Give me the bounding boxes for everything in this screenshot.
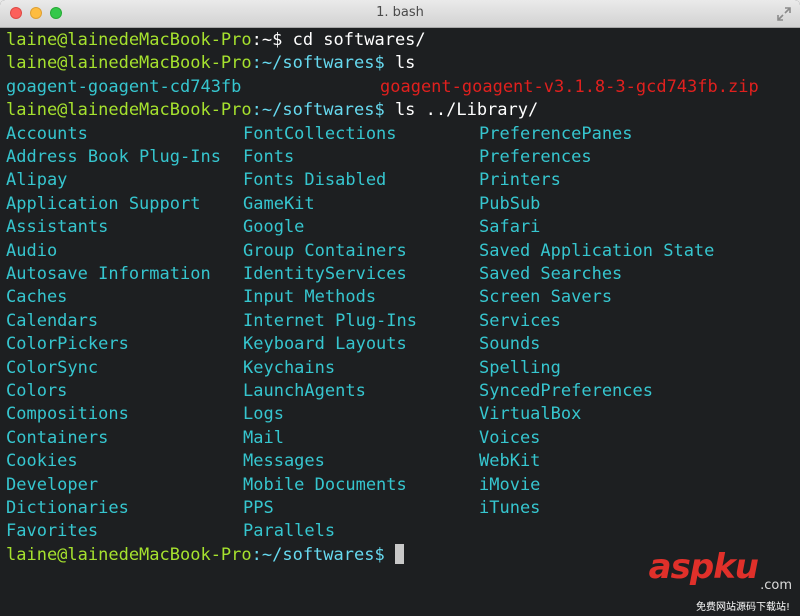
library-folder-entry: ColorSync: [6, 357, 99, 378]
library-folder-entry: Fonts Disabled: [243, 170, 387, 191]
library-folder-entry: PubSub: [479, 193, 541, 214]
library-folder-entry: Internet Plug-Ins: [243, 310, 417, 331]
library-folder-entry: Safari: [479, 217, 541, 238]
library-folder-entry: ColorPickers: [6, 334, 129, 355]
library-folder-entry: Google: [243, 217, 305, 238]
library-folder-entry: Logs: [243, 404, 284, 425]
window-title: 1. bash: [376, 5, 424, 20]
library-folder-entry: Mail: [243, 427, 284, 448]
prompt-user: laine@lainedeMacBook-Pro: [6, 544, 252, 565]
prompt-line: laine@lainedeMacBook-Pro:~/softwares$: [6, 543, 404, 567]
prompt-line: laine@lainedeMacBook-Pro:~$ cd softwares…: [6, 29, 426, 52]
library-folder-entry: PreferencePanes: [479, 123, 633, 144]
library-folder-entry: FontCollections: [243, 123, 397, 144]
library-folder-entry: Keyboard Layouts: [243, 334, 407, 355]
prompt-path: :~/softwares$: [251, 544, 395, 565]
prompt-line: laine@lainedeMacBook-Pro:~/softwares$ ls…: [6, 99, 538, 122]
library-folder-entry: Saved Searches: [479, 264, 623, 284]
command-text: ls ../Library/: [394, 100, 539, 121]
library-folder-entry: Audio: [6, 240, 58, 261]
library-folder-entry: Spelling: [479, 357, 561, 378]
library-folder-entry: Colors: [6, 381, 68, 401]
watermark-subtitle: 免费网站源码下载站!: [695, 602, 790, 613]
prompt-path: :~/softwares$: [251, 100, 395, 121]
library-folder-entry: iTunes: [479, 498, 541, 518]
prompt-path: :~$: [251, 30, 293, 50]
command-text: ls: [394, 53, 416, 74]
library-folder-entry: Parallels: [243, 521, 336, 542]
library-folder-entry: Voices: [479, 427, 541, 448]
library-folder-entry: Preferences: [479, 147, 592, 167]
library-folder-entry: GameKit: [243, 193, 315, 214]
library-folder-entry: Printers: [479, 170, 561, 191]
ls-directory-entry: goagent-goagent-cd743fb: [6, 76, 242, 97]
library-folder-entry: LaunchAgents: [243, 381, 366, 401]
library-folder-entry: Fonts: [243, 147, 295, 167]
text-cursor: [394, 543, 404, 564]
title-bar[interactable]: 1. bash: [0, 0, 800, 28]
fullscreen-icon[interactable]: [776, 6, 792, 22]
ls-archive-entry: goagent-goagent-v3.1.8-3-gcd743fb.zip: [380, 76, 759, 97]
terminal-content[interactable]: laine@lainedeMacBook-Pro:~$ cd softwares…: [0, 28, 800, 616]
library-folder-entry: Favorites: [6, 521, 99, 542]
library-folder-entry: Caches: [6, 287, 68, 308]
watermark-logo: aspku .com 免费网站源码下载站!: [612, 547, 792, 613]
library-folder-entry: Cookies: [6, 451, 78, 472]
library-folder-entry: Assistants: [6, 217, 109, 238]
library-folder-entry: Application Support: [6, 193, 201, 214]
library-folder-entry: Group Containers: [243, 240, 407, 261]
library-folder-entry: Screen Savers: [479, 287, 613, 308]
prompt-path: :~/softwares$: [251, 53, 395, 74]
library-folder-entry: iMovie: [479, 474, 541, 495]
library-folder-entry: Keychains: [243, 357, 336, 378]
prompt-user: laine@lainedeMacBook-Pro: [6, 100, 252, 121]
terminal-window: 1. bash laine@lainedeMacBook-Pro:~$ cd s…: [0, 0, 800, 616]
library-folder-entry: IdentityServices: [243, 264, 407, 284]
library-folder-entry: Autosave Information: [6, 264, 211, 284]
prompt-user: laine@lainedeMacBook-Pro: [6, 53, 252, 74]
library-folder-entry: Mobile Documents: [243, 474, 407, 495]
library-folder-entry: SyncedPreferences: [479, 381, 653, 401]
library-folder-entry: Services: [479, 310, 561, 331]
library-folder-entry: VirtualBox: [479, 404, 582, 425]
library-folder-entry: Containers: [6, 427, 109, 448]
library-folder-entry: Accounts: [6, 123, 88, 144]
prompt-line: laine@lainedeMacBook-Pro:~/softwares$ ls: [6, 52, 415, 75]
library-folder-entry: WebKit: [479, 451, 541, 472]
library-folder-entry: Developer: [6, 474, 99, 495]
library-folder-entry: Compositions: [6, 404, 129, 425]
library-folder-entry: Dictionaries: [6, 498, 129, 518]
library-folder-entry: Sounds: [479, 334, 541, 355]
watermark-main: aspku: [648, 547, 759, 587]
library-folder-entry: Saved Application State: [479, 240, 715, 261]
library-folder-entry: Input Methods: [243, 287, 377, 308]
library-folder-entry: Messages: [243, 451, 325, 472]
watermark-suffix: .com: [760, 578, 792, 593]
library-folder-entry: Address Book Plug-Ins: [6, 147, 221, 167]
command-text: cd softwares/: [292, 30, 426, 50]
library-folder-entry: Calendars: [6, 310, 99, 331]
prompt-user: laine@lainedeMacBook-Pro: [6, 30, 252, 50]
library-folder-entry: PPS: [243, 498, 274, 518]
library-folder-entry: Alipay: [6, 170, 68, 191]
